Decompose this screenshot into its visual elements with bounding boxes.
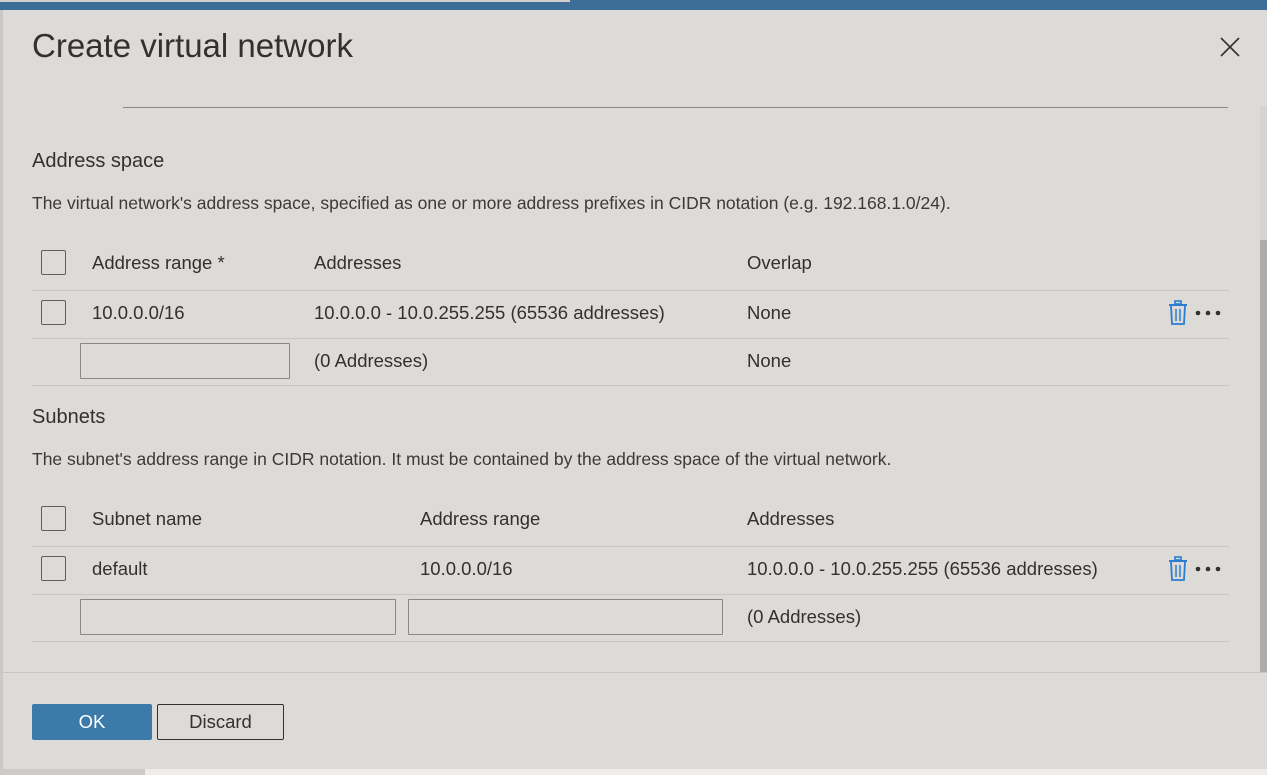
row-divider: [32, 594, 1229, 595]
address-space-heading: Address space: [32, 150, 165, 172]
address-range-cell: 10.0.0.0/16: [420, 558, 513, 579]
delete-row-button[interactable]: [1167, 556, 1189, 582]
dialog-title: Create virtual network: [32, 27, 353, 64]
close-button[interactable]: [1215, 32, 1245, 62]
addresses-cell: 10.0.0.0 - 10.0.255.255 (65536 addresses…: [314, 302, 665, 323]
address-space-select-all-checkbox[interactable]: [41, 250, 66, 275]
new-subnet-address-range-field[interactable]: [408, 599, 723, 635]
new-subnet-name-field[interactable]: [80, 599, 396, 635]
create-virtual-network-dialog: Create virtual network Address space The…: [3, 10, 1267, 769]
subnets-heading: Subnets: [32, 406, 106, 428]
row-checkbox[interactable]: [41, 556, 66, 581]
address-space-description: The virtual network's address space, spe…: [32, 193, 951, 213]
addresses-cell: (0 Addresses): [314, 350, 429, 371]
row-divider: [32, 546, 1229, 547]
column-header-subnet-name: Subnet name: [92, 508, 203, 529]
new-address-range-input[interactable]: [81, 344, 289, 378]
row-more-button[interactable]: [1194, 559, 1222, 579]
column-header-addresses: Addresses: [747, 508, 835, 529]
overlap-cell: None: [747, 302, 792, 323]
row-divider: [32, 641, 1229, 642]
address-range-cell: 10.0.0.0/16: [92, 302, 185, 323]
more-icon: [1195, 566, 1221, 572]
new-subnet-address-range-input[interactable]: [409, 600, 722, 634]
portal-top-bar: [0, 0, 1267, 10]
background-bottom-strip: [0, 769, 1267, 775]
row-more-button[interactable]: [1194, 303, 1222, 323]
tab-divider: [123, 107, 1228, 108]
row-checkbox[interactable]: [41, 300, 66, 325]
column-header-addresses: Addresses: [314, 252, 402, 273]
subnets-select-all-checkbox[interactable]: [41, 506, 66, 531]
addresses-cell: 10.0.0.0 - 10.0.255.255 (65536 addresses…: [747, 558, 1098, 579]
delete-row-button[interactable]: [1167, 300, 1189, 326]
subnet-name-cell: default: [92, 558, 148, 579]
footer-divider: [3, 672, 1267, 673]
background-bottom-panel: [145, 769, 1267, 775]
trash-icon: [1169, 556, 1187, 581]
top-bar-strip: [0, 0, 570, 2]
row-divider: [32, 385, 1229, 386]
row-divider: [32, 290, 1229, 291]
new-address-range-field[interactable]: [80, 343, 290, 379]
column-header-address-range: Address range *: [92, 252, 225, 273]
trash-icon: [1169, 300, 1187, 325]
addresses-cell: (0 Addresses): [747, 606, 862, 627]
new-subnet-name-input[interactable]: [81, 600, 395, 634]
more-icon: [1195, 310, 1221, 316]
column-header-address-range: Address range: [420, 508, 541, 529]
ok-button[interactable]: OK: [32, 704, 152, 740]
scrollbar-thumb[interactable]: [1260, 240, 1267, 672]
discard-button[interactable]: Discard: [157, 704, 284, 740]
overlap-cell: None: [747, 350, 792, 371]
column-header-overlap: Overlap: [747, 252, 812, 273]
subnets-description: The subnet's address range in CIDR notat…: [32, 449, 892, 469]
row-divider: [32, 338, 1229, 339]
close-icon: [1220, 37, 1240, 57]
